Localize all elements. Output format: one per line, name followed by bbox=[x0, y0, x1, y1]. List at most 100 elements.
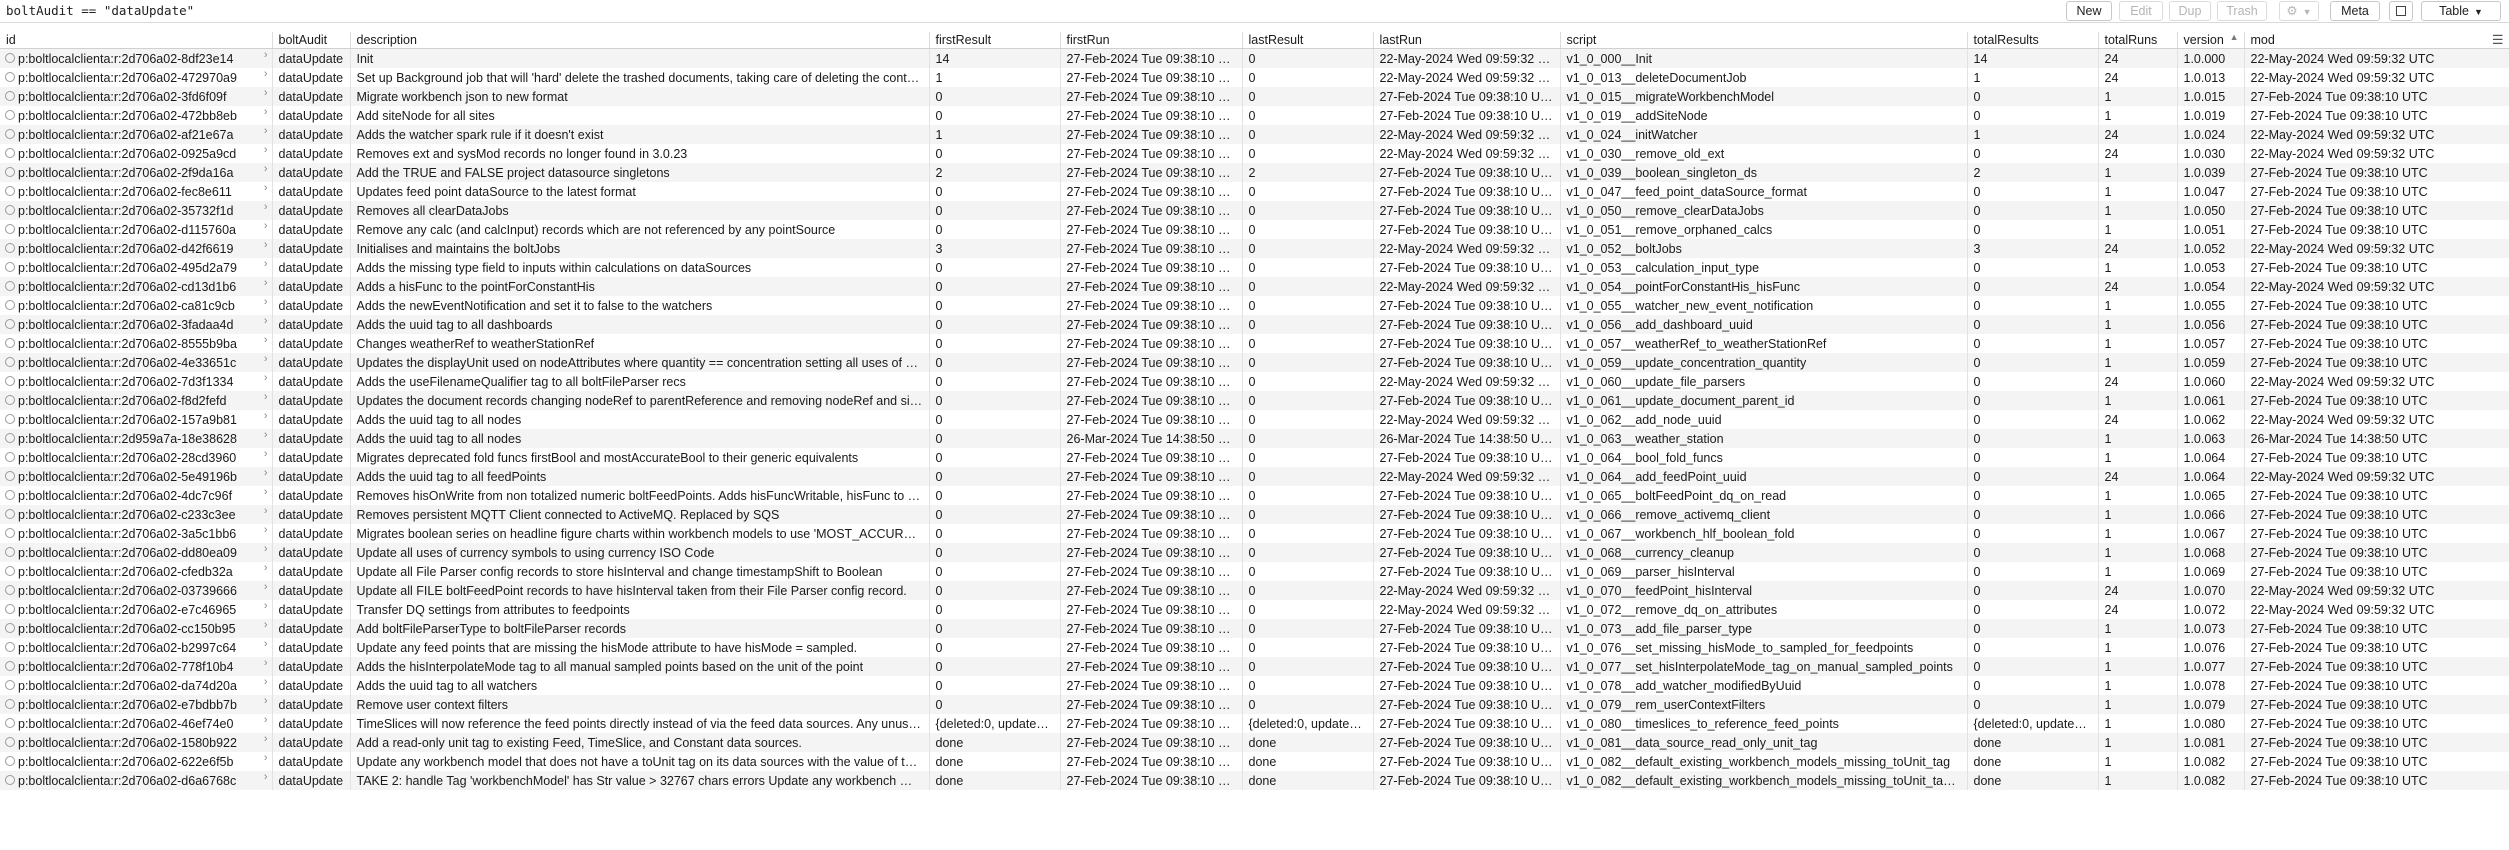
column-header-id[interactable]: id bbox=[0, 32, 273, 49]
open-record-arrow-icon[interactable]: › bbox=[264, 429, 268, 441]
open-record-arrow-icon[interactable]: › bbox=[264, 391, 268, 403]
open-record-arrow-icon[interactable]: › bbox=[264, 68, 268, 80]
open-record-arrow-icon[interactable]: › bbox=[264, 771, 268, 783]
open-record-arrow-icon[interactable]: › bbox=[264, 353, 268, 365]
table-row[interactable]: p:boltlocalclienta:r:2d959a7a-18e38628 › d… bbox=[0, 429, 2509, 448]
table-row[interactable]: p:boltlocalclienta:r:2d706a02-3fadaa4d › d… bbox=[0, 315, 2509, 334]
open-record-arrow-icon[interactable]: › bbox=[264, 657, 268, 669]
view-mode-select[interactable]: Table ▼ bbox=[2421, 1, 2501, 21]
meta-button[interactable]: Meta bbox=[2330, 1, 2380, 21]
info-icon[interactable] bbox=[5, 357, 15, 367]
info-icon[interactable] bbox=[5, 661, 15, 671]
table-row[interactable]: p:boltlocalclienta:r:2d706a02-3a5c1bb6 › d… bbox=[0, 524, 2509, 543]
table-row[interactable]: p:boltlocalclienta:r:2d706a02-5e49196b › d… bbox=[0, 467, 2509, 486]
info-icon[interactable] bbox=[5, 53, 15, 63]
info-icon[interactable] bbox=[5, 72, 15, 82]
table-row[interactable]: p:boltlocalclienta:r:2d706a02-472970a9 › d… bbox=[0, 68, 2509, 87]
table-row[interactable]: p:boltlocalclienta:r:2d706a02-dd80ea09 › d… bbox=[0, 543, 2509, 562]
table-row[interactable]: p:boltlocalclienta:r:2d706a02-1580b922 › d… bbox=[0, 733, 2509, 752]
open-record-arrow-icon[interactable]: › bbox=[264, 467, 268, 479]
open-record-arrow-icon[interactable]: › bbox=[264, 505, 268, 517]
info-icon[interactable] bbox=[5, 509, 15, 519]
table-row[interactable]: p:boltlocalclienta:r:2d706a02-778f10b4 › d… bbox=[0, 657, 2509, 676]
open-record-arrow-icon[interactable]: › bbox=[264, 258, 268, 270]
info-icon[interactable] bbox=[5, 490, 15, 500]
open-record-arrow-icon[interactable]: › bbox=[264, 486, 268, 498]
table-row[interactable]: p:boltlocalclienta:r:2d706a02-35732f1d › d… bbox=[0, 201, 2509, 220]
info-icon[interactable] bbox=[5, 129, 15, 139]
table-row[interactable]: p:boltlocalclienta:r:2d706a02-0925a9cd › d… bbox=[0, 144, 2509, 163]
column-header-boltaudit[interactable]: boltAudit bbox=[272, 32, 351, 49]
open-record-arrow-icon[interactable]: › bbox=[264, 315, 268, 327]
open-record-arrow-icon[interactable]: › bbox=[264, 695, 268, 707]
column-header-lastrun[interactable]: lastRun bbox=[1373, 32, 1561, 49]
open-record-arrow-icon[interactable]: › bbox=[264, 619, 268, 631]
column-header-mod[interactable]: mod ☰ bbox=[2244, 32, 2509, 49]
table-row[interactable]: p:boltlocalclienta:r:2d706a02-2f9da16a › d… bbox=[0, 163, 2509, 182]
column-header-lastresult[interactable]: lastResult bbox=[1242, 32, 1374, 49]
open-record-arrow-icon[interactable]: › bbox=[264, 239, 268, 251]
info-icon[interactable] bbox=[5, 756, 15, 766]
open-record-arrow-icon[interactable]: › bbox=[264, 562, 268, 574]
info-icon[interactable] bbox=[5, 110, 15, 120]
open-record-arrow-icon[interactable]: › bbox=[264, 543, 268, 555]
info-icon[interactable] bbox=[5, 775, 15, 785]
table-row[interactable]: p:boltlocalclienta:r:2d706a02-f8d2fefd › d… bbox=[0, 391, 2509, 410]
info-icon[interactable] bbox=[5, 205, 15, 215]
info-icon[interactable] bbox=[5, 547, 15, 557]
table-row[interactable]: p:boltlocalclienta:r:2d706a02-4e33651c › d… bbox=[0, 353, 2509, 372]
info-icon[interactable] bbox=[5, 471, 15, 481]
table-row[interactable]: p:boltlocalclienta:r:2d706a02-7d3f1334 › d… bbox=[0, 372, 2509, 391]
table-row[interactable]: p:boltlocalclienta:r:2d706a02-495d2a79 › d… bbox=[0, 258, 2509, 277]
info-icon[interactable] bbox=[5, 243, 15, 253]
open-record-arrow-icon[interactable]: › bbox=[264, 714, 268, 726]
column-options-icon[interactable]: ☰ bbox=[2492, 32, 2504, 48]
info-icon[interactable] bbox=[5, 395, 15, 405]
open-record-arrow-icon[interactable]: › bbox=[264, 448, 268, 460]
open-record-arrow-icon[interactable]: › bbox=[264, 277, 268, 289]
open-record-arrow-icon[interactable]: › bbox=[264, 296, 268, 308]
info-icon[interactable] bbox=[5, 718, 15, 728]
open-record-arrow-icon[interactable]: › bbox=[264, 49, 268, 61]
open-record-arrow-icon[interactable]: › bbox=[264, 125, 268, 137]
table-row[interactable]: p:boltlocalclienta:r:2d706a02-e7c46965 › d… bbox=[0, 600, 2509, 619]
open-record-arrow-icon[interactable]: › bbox=[264, 372, 268, 384]
new-button[interactable]: New bbox=[2066, 1, 2112, 21]
info-icon[interactable] bbox=[5, 91, 15, 101]
table-row[interactable]: p:boltlocalclienta:r:2d706a02-8df23e14 › d… bbox=[0, 48, 2509, 68]
info-icon[interactable] bbox=[5, 528, 15, 538]
info-icon[interactable] bbox=[5, 186, 15, 196]
export-button[interactable] bbox=[2389, 1, 2413, 21]
open-record-arrow-icon[interactable]: › bbox=[264, 581, 268, 593]
table-row[interactable]: p:boltlocalclienta:r:2d706a02-3fd6f09f › d… bbox=[0, 87, 2509, 106]
table-row[interactable]: p:boltlocalclienta:r:2d706a02-c233c3ee › d… bbox=[0, 505, 2509, 524]
open-record-arrow-icon[interactable]: › bbox=[264, 182, 268, 194]
info-icon[interactable] bbox=[5, 319, 15, 329]
table-row[interactable]: p:boltlocalclienta:r:2d706a02-d6a6768c › d… bbox=[0, 771, 2509, 790]
table-row[interactable]: p:boltlocalclienta:r:2d706a02-fec8e611 › d… bbox=[0, 182, 2509, 201]
edit-button[interactable]: Edit bbox=[2119, 1, 2163, 21]
table-row[interactable]: p:boltlocalclienta:r:2d706a02-b2997c64 › d… bbox=[0, 638, 2509, 657]
info-icon[interactable] bbox=[5, 566, 15, 576]
info-icon[interactable] bbox=[5, 737, 15, 747]
info-icon[interactable] bbox=[5, 452, 15, 462]
table-row[interactable]: p:boltlocalclienta:r:2d706a02-af21e67a › d… bbox=[0, 125, 2509, 144]
info-icon[interactable] bbox=[5, 433, 15, 443]
trash-button[interactable]: Trash bbox=[2217, 1, 2267, 21]
open-record-arrow-icon[interactable]: › bbox=[264, 163, 268, 175]
table-row[interactable]: p:boltlocalclienta:r:2d706a02-03739666 › d… bbox=[0, 581, 2509, 600]
table-row[interactable]: p:boltlocalclienta:r:2d706a02-157a9b81 › d… bbox=[0, 410, 2509, 429]
info-icon[interactable] bbox=[5, 167, 15, 177]
open-record-arrow-icon[interactable]: › bbox=[264, 733, 268, 745]
open-record-arrow-icon[interactable]: › bbox=[264, 87, 268, 99]
column-header-version[interactable]: version ▲ bbox=[2177, 32, 2245, 49]
info-icon[interactable] bbox=[5, 148, 15, 158]
info-icon[interactable] bbox=[5, 414, 15, 424]
info-icon[interactable] bbox=[5, 300, 15, 310]
table-row[interactable]: p:boltlocalclienta:r:2d706a02-622e6f5b › d… bbox=[0, 752, 2509, 771]
info-icon[interactable] bbox=[5, 281, 15, 291]
info-icon[interactable] bbox=[5, 642, 15, 652]
open-record-arrow-icon[interactable]: › bbox=[264, 676, 268, 688]
actions-menu-button[interactable]: ⚙ ▼ bbox=[2279, 1, 2319, 21]
open-record-arrow-icon[interactable]: › bbox=[264, 600, 268, 612]
